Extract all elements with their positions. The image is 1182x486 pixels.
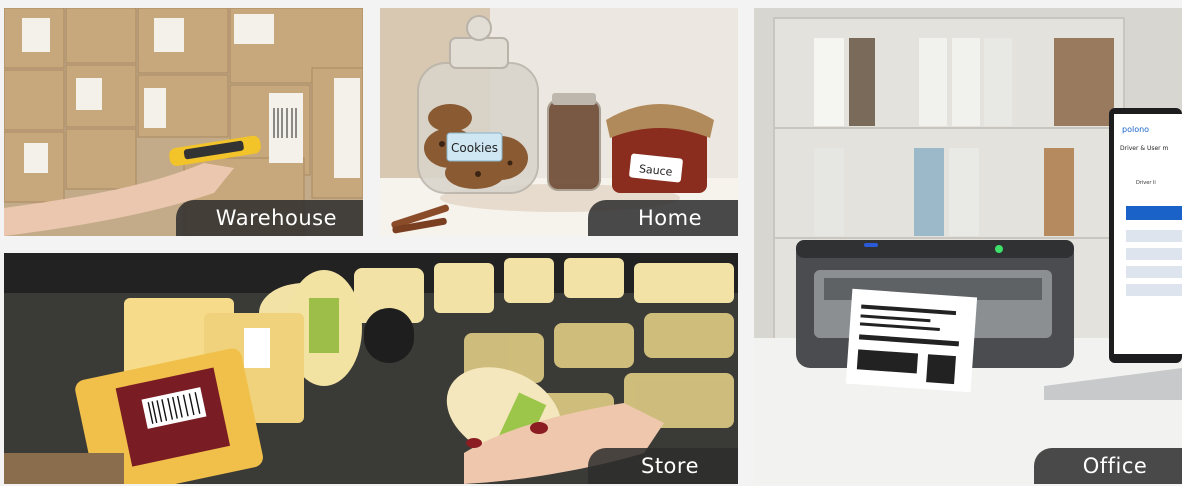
- office-caption: Office: [1034, 448, 1182, 484]
- home-photo-tile: Cookies Sauce Home: [380, 8, 738, 236]
- jar-label-text: Cookies: [451, 141, 498, 155]
- warehouse-photo-tile: Warehouse: [4, 8, 363, 236]
- store-photo-tile: Store: [4, 253, 738, 484]
- store-caption: Store: [588, 448, 738, 484]
- home-caption: Home: [588, 200, 738, 236]
- office-photo-tile: polono Driver & User m Driver li Office: [754, 8, 1182, 484]
- laptop-line-text: Driver li: [1136, 180, 1156, 186]
- office-photo: polono Driver & User m Driver li: [754, 8, 1182, 484]
- laptop-heading-text: Driver & User m: [1120, 145, 1169, 152]
- laptop-brand-text: polono: [1122, 125, 1149, 134]
- warehouse-caption: Warehouse: [175, 200, 363, 236]
